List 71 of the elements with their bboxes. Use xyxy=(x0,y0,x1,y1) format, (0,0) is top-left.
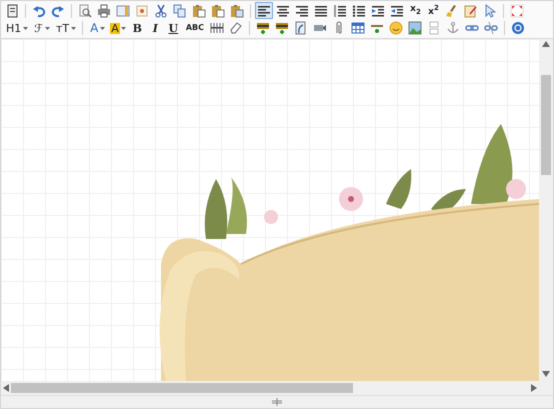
unlink-button[interactable] xyxy=(482,20,500,37)
fullscreen-icon xyxy=(510,4,524,18)
help-icon xyxy=(511,21,525,36)
dropdown-button[interactable]: H1 xyxy=(3,20,30,37)
undo-icon xyxy=(32,4,46,18)
down-arrow-icon xyxy=(542,371,550,377)
picture-icon xyxy=(408,21,422,36)
smiley-icon xyxy=(389,21,403,36)
bold-button[interactable]: B xyxy=(128,20,146,37)
outdent-icon xyxy=(390,4,404,18)
anchor-icon xyxy=(446,21,460,36)
image-button[interactable] xyxy=(406,20,424,37)
cursor-icon xyxy=(483,4,497,18)
resize-handle-icon xyxy=(271,398,283,406)
scissors-icon xyxy=(154,4,168,18)
document-icon xyxy=(294,21,308,36)
clipboard-icon xyxy=(230,4,244,18)
align-justify-icon xyxy=(314,4,328,18)
image-add-icon xyxy=(275,21,289,36)
table-icon xyxy=(351,21,365,36)
code-icon xyxy=(135,4,149,18)
copy-icon xyxy=(173,4,187,18)
pastetext-button[interactable] xyxy=(209,2,227,20)
help-button[interactable] xyxy=(509,20,527,37)
paste-button[interactable] xyxy=(190,2,208,20)
fullscreen-button[interactable] xyxy=(508,2,526,20)
horizontal-scrollbar[interactable] xyxy=(1,381,539,395)
notepad-icon xyxy=(464,4,478,18)
orderedlist-button[interactable] xyxy=(331,2,349,20)
numbered-list-icon xyxy=(333,4,347,18)
left-arrow-icon xyxy=(3,384,9,392)
caret-icon xyxy=(120,26,126,30)
dropdown-button[interactable]: тT xyxy=(52,20,78,37)
font-color-button[interactable]: A xyxy=(87,20,108,37)
caret-icon xyxy=(100,26,106,30)
horizontal-rule-icon xyxy=(210,21,224,36)
align-center-icon xyxy=(276,4,290,18)
dropdown-button[interactable]: ℱ xyxy=(31,20,52,37)
printer-icon xyxy=(97,4,111,18)
script-button[interactable]: x$_{2}$ xyxy=(407,2,424,20)
italic-button[interactable]: I xyxy=(146,20,164,37)
align-right-icon xyxy=(295,4,309,18)
broken-link-icon xyxy=(484,21,498,36)
strikethrough-button[interactable]: ABC xyxy=(182,20,207,37)
right-arrow-icon xyxy=(531,384,537,392)
caret-icon xyxy=(71,26,76,30)
caret-icon xyxy=(44,26,50,30)
clipboard-icon xyxy=(211,4,225,18)
scrollbar-thumb[interactable] xyxy=(541,75,551,175)
image-add-icon xyxy=(256,21,270,36)
redo-icon xyxy=(51,4,65,18)
alignleft-button[interactable] xyxy=(255,2,273,20)
magnifier-icon xyxy=(78,4,92,18)
brush-icon xyxy=(445,4,459,18)
template-icon xyxy=(116,4,130,18)
vertical-scrollbar[interactable] xyxy=(539,39,553,395)
highlight-button[interactable]: A xyxy=(108,20,128,37)
up-arrow-icon xyxy=(542,41,550,47)
align-left-icon xyxy=(257,4,271,18)
script-button[interactable]: x$^{2}$ xyxy=(425,2,442,20)
eraser-icon xyxy=(229,21,243,36)
scrollbar-thumb[interactable] xyxy=(11,383,353,393)
caret-icon xyxy=(23,26,28,30)
clipboard-icon xyxy=(192,4,206,18)
pasteword-button[interactable] xyxy=(228,2,246,20)
bullet-list-icon xyxy=(352,4,366,18)
page-break-icon xyxy=(427,21,441,36)
print-button[interactable] xyxy=(95,2,113,20)
underline-button[interactable]: U xyxy=(164,20,182,37)
document-icon xyxy=(5,4,19,18)
indent-icon xyxy=(371,4,385,18)
